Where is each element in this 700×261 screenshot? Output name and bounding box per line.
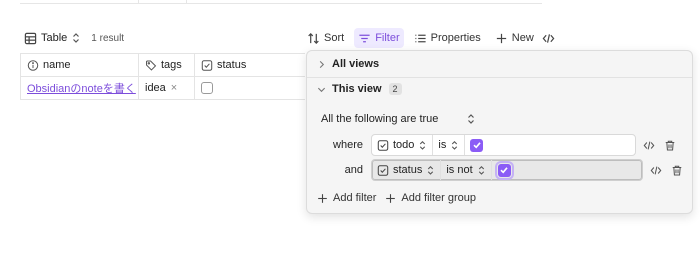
conjunction-selector[interactable]: All the following are true <box>321 111 476 127</box>
property-selector[interactable]: todo <box>372 135 434 155</box>
filter-button[interactable]: Filter <box>354 28 404 48</box>
filter-panel: All views This view 2 All the following … <box>306 50 693 214</box>
conjunction-label: All the following are true <box>321 113 439 125</box>
name-cell: Obsidianのnoteを書く <box>20 77 139 99</box>
value-checkbox[interactable] <box>497 163 511 177</box>
tags-cell: idea × <box>139 77 195 99</box>
tag-chip[interactable]: idea <box>145 82 166 94</box>
column-divider <box>138 0 139 4</box>
column-divider <box>186 0 187 4</box>
property-label: todo <box>393 139 415 151</box>
checkbox-icon <box>377 164 389 176</box>
operator-selector[interactable]: is <box>433 135 466 155</box>
remove-tag-icon[interactable]: × <box>171 82 177 94</box>
value-checkbox[interactable] <box>470 138 484 152</box>
rule-editor: todo is <box>371 134 636 156</box>
sort-arrows-icon <box>307 32 320 45</box>
chevron-up-down-icon <box>466 113 476 125</box>
sort-label: Sort <box>324 32 345 44</box>
column-header-tags[interactable]: tags <box>139 54 195 76</box>
this-view-section[interactable]: This view 2 <box>317 82 402 96</box>
checkbox-icon <box>201 59 213 71</box>
chevron-right-icon <box>317 60 326 69</box>
chevron-up-down-icon <box>426 165 435 176</box>
rule-conjunction: where <box>333 139 363 151</box>
new-button[interactable]: New <box>491 28 538 48</box>
note-link[interactable]: Obsidianのnoteを書く <box>27 80 136 96</box>
filter-icon <box>358 32 371 45</box>
column-header-status[interactable]: status <box>195 54 305 76</box>
operator-label: is <box>438 139 447 151</box>
list-icon <box>414 32 427 45</box>
trash-icon[interactable] <box>664 139 676 151</box>
add-filter-group-button[interactable]: Add filter group <box>385 192 476 204</box>
view-toolbar: Table 1 result <box>24 30 124 46</box>
filter-rule: and status is not <box>309 159 692 181</box>
sort-button[interactable]: Sort <box>303 28 348 48</box>
add-filter-button[interactable]: Add filter <box>317 192 376 204</box>
code-icon[interactable] <box>643 139 655 151</box>
chevron-down-icon <box>317 85 326 94</box>
plus-icon <box>385 193 396 204</box>
filter-label: Filter <box>375 32 400 44</box>
chevron-up-down-icon <box>450 140 459 151</box>
table-row: Obsidianのnoteを書く idea × <box>20 77 305 100</box>
status-cell <box>195 77 305 99</box>
add-filter-label: Add filter <box>333 192 377 204</box>
info-icon <box>27 59 39 71</box>
property-label: status <box>393 164 423 176</box>
rule-actions <box>643 139 685 151</box>
code-icon[interactable] <box>650 164 662 176</box>
table-header: name tags status <box>20 54 305 77</box>
trash-icon[interactable] <box>671 164 683 176</box>
view-actions: Sort Filter Properties New <box>303 28 559 48</box>
chevron-up-down-icon <box>477 165 486 176</box>
code-view-button[interactable] <box>538 28 559 48</box>
rule-actions <box>650 164 692 176</box>
checkbox-icon <box>377 139 389 151</box>
plus-icon <box>495 32 508 45</box>
column-label: name <box>43 59 71 71</box>
operator-label: is not <box>446 164 473 176</box>
add-filter-group-label: Add filter group <box>401 192 477 204</box>
new-label: New <box>511 32 534 44</box>
all-views-label: All views <box>332 58 380 70</box>
column-header-name[interactable]: name <box>20 54 139 76</box>
column-label: status <box>217 59 247 71</box>
rule-conjunction: and <box>344 164 363 176</box>
rule-editor: status is not <box>371 159 643 181</box>
all-views-section[interactable]: All views <box>317 57 379 71</box>
divider <box>307 77 692 78</box>
filter-rule: where todo is <box>309 134 685 156</box>
column-label: tags <box>161 59 182 71</box>
properties-button[interactable]: Properties <box>410 28 485 48</box>
chevron-up-down-icon <box>418 140 427 151</box>
status-checkbox[interactable] <box>201 82 213 94</box>
add-actions: Add filter Add filter group <box>317 190 476 206</box>
property-selector[interactable]: status <box>372 160 442 180</box>
view-selector[interactable]: Table <box>24 30 81 46</box>
code-icon <box>542 32 555 45</box>
result-count: 1 result <box>91 32 125 44</box>
this-view-label: This view <box>332 83 382 95</box>
results-table: name tags status Obsidianのnoteを書く idea × <box>20 53 305 100</box>
chevron-up-down-icon <box>71 32 81 44</box>
previous-table-edge <box>20 0 542 4</box>
filter-count-badge: 2 <box>388 83 402 95</box>
tag-icon <box>145 59 157 71</box>
plus-icon <box>317 193 328 204</box>
value-field <box>465 135 635 155</box>
view-name: Table <box>41 32 68 44</box>
value-checkbox-focus-ring <box>497 163 512 178</box>
properties-label: Properties <box>430 32 481 44</box>
operator-selector[interactable]: is not <box>441 160 492 180</box>
table-icon <box>24 32 37 45</box>
value-field <box>492 160 642 180</box>
